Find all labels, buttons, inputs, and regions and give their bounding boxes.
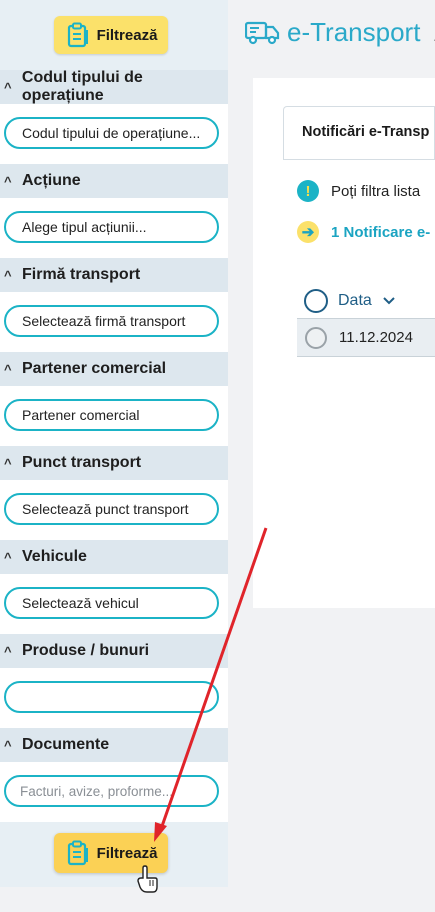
chevron-up-icon: ^ bbox=[4, 455, 12, 471]
filter-select-actiune[interactable]: Alege tipul acțiunii... bbox=[4, 211, 219, 243]
filter-select-codul-tipului-de-operatiune[interactable]: Codul tipului de operațiune... bbox=[4, 117, 219, 149]
filter-section-title: Partener comercial bbox=[22, 360, 167, 377]
filter-sidebar: Filtrează ^ Codul tipului de operațiune Co… bbox=[0, 0, 228, 887]
arrow-right-icon: ➔ bbox=[297, 221, 319, 243]
tab-notificari[interactable]: Notificări e-Transp bbox=[283, 106, 435, 160]
filter-button-label: Filtrează bbox=[96, 844, 158, 862]
clipboard-icon bbox=[67, 840, 88, 866]
filter-section-body: Selectează firmă transport bbox=[0, 292, 228, 352]
filter-button-bottom[interactable]: Filtrează bbox=[54, 833, 168, 873]
table-row[interactable]: 11.12.2024 bbox=[297, 319, 435, 357]
filter-section-header-vehicule[interactable]: ^ Vehicule bbox=[0, 540, 228, 574]
filter-section-header-codul-tipului-de-operatiune[interactable]: ^ Codul tipului de operațiune bbox=[0, 69, 228, 104]
filter-section-header-firma-transport[interactable]: ^ Firmă transport bbox=[0, 258, 228, 292]
chevron-up-icon: ^ bbox=[4, 361, 12, 377]
truck-icon bbox=[245, 21, 280, 45]
filter-section-title: Acțiune bbox=[22, 172, 81, 189]
column-header-date[interactable]: Data bbox=[338, 292, 372, 310]
filter-select-documente[interactable]: Facturi, avize, proforme... bbox=[4, 775, 219, 807]
info-text: Poți filtra lista bbox=[331, 182, 421, 200]
filter-section-header-produse-bunuri[interactable]: ^ Produse / bunuri bbox=[0, 634, 228, 668]
filter-button-label: Filtrează bbox=[96, 26, 158, 44]
row-date: 11.12.2024 bbox=[339, 329, 413, 346]
filter-section-header-actiune[interactable]: ^ Acțiune bbox=[0, 164, 228, 198]
chevron-up-icon: ^ bbox=[4, 79, 12, 95]
clipboard-icon bbox=[67, 22, 88, 48]
filter-section-header-partener-comercial[interactable]: ^ Partener comercial bbox=[0, 352, 228, 386]
filter-section-body: Codul tipului de operațiune... bbox=[0, 104, 228, 164]
filter-section-body: Alege tipul acțiunii... bbox=[0, 198, 228, 258]
filter-select-punct-transport[interactable]: Selectează punct transport bbox=[4, 493, 219, 525]
chevron-up-icon: ^ bbox=[4, 549, 12, 565]
notification-count-link[interactable]: ➔ 1 Notificare e- bbox=[297, 221, 430, 243]
filter-button-top[interactable]: Filtrează bbox=[54, 16, 168, 54]
filter-select-vehicule[interactable]: Selectează vehicul bbox=[4, 587, 219, 619]
filter-section-title: Documente bbox=[22, 736, 110, 753]
exclamation-icon: ! bbox=[297, 180, 319, 202]
filter-section-body: Selectează vehicul bbox=[0, 574, 228, 634]
chevron-up-icon: ^ bbox=[4, 267, 12, 283]
filter-section-title: Codul tipului de operațiune bbox=[21, 69, 143, 104]
row-select-radio[interactable] bbox=[305, 326, 327, 349]
chevron-up-icon: ^ bbox=[4, 173, 12, 189]
main-panel: Notificări e-Transp ! Poți filtra lista … bbox=[253, 78, 435, 608]
filter-section-header-documente[interactable]: ^ Documente bbox=[0, 728, 228, 762]
app-brand[interactable]: e-Transport / bbox=[245, 14, 435, 50]
filter-section-body: Facturi, avize, proforme... bbox=[0, 762, 228, 822]
filter-section-title: Firmă transport bbox=[22, 266, 141, 283]
chevron-down-icon[interactable] bbox=[382, 296, 396, 306]
notification-text: 1 Notificare e- bbox=[331, 223, 431, 241]
chevron-up-icon: ^ bbox=[4, 643, 12, 659]
tab-label: Notificări e-Transp bbox=[302, 124, 430, 140]
filter-select-produse-bunuri[interactable] bbox=[4, 681, 219, 713]
filter-section-body: Selectează punct transport bbox=[0, 480, 228, 540]
filter-select-firma-transport[interactable]: Selectează firmă transport bbox=[4, 305, 219, 337]
brand-title: e-Transport bbox=[287, 16, 421, 47]
filter-section-body: Partener comercial bbox=[0, 386, 228, 446]
table-header: Data bbox=[297, 283, 435, 319]
chevron-up-icon: ^ bbox=[4, 737, 12, 753]
filter-section-header-punct-transport[interactable]: ^ Punct transport bbox=[0, 446, 228, 480]
filter-section-title: Vehicule bbox=[22, 548, 87, 565]
filter-select-partener-comercial[interactable]: Partener comercial bbox=[4, 399, 219, 431]
filter-section-body bbox=[0, 668, 228, 728]
filter-section-title: Punct transport bbox=[22, 454, 142, 471]
select-all-radio[interactable] bbox=[304, 288, 328, 313]
tab-divider bbox=[283, 159, 435, 160]
filter-section-title: Produse / bunuri bbox=[22, 642, 150, 659]
info-message: ! Poți filtra lista bbox=[297, 180, 420, 202]
